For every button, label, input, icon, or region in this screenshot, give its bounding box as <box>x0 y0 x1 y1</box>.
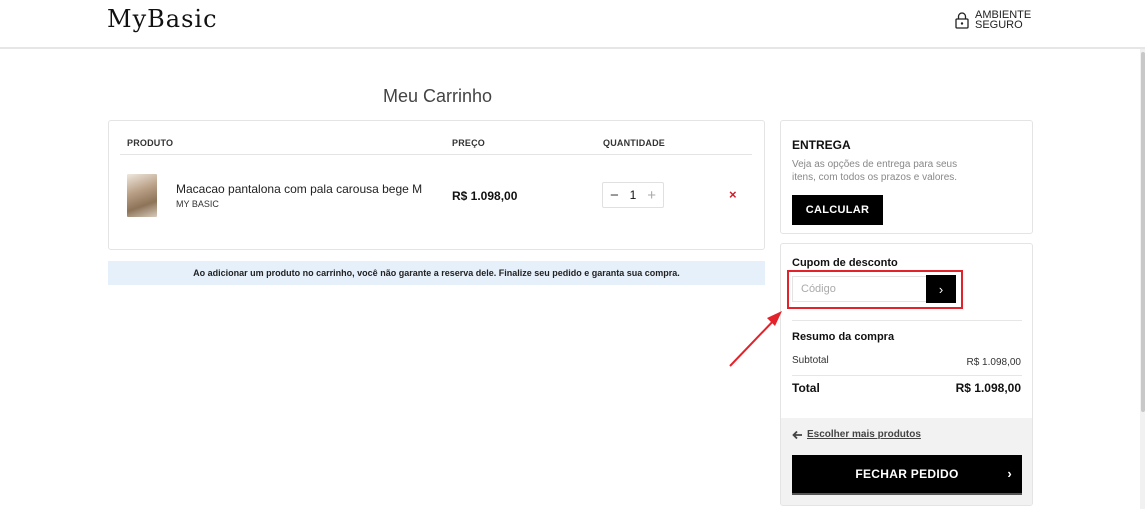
increase-quantity-button[interactable]: + <box>647 188 656 203</box>
secure-label-line2: SEGURO <box>975 19 1023 31</box>
divider <box>792 375 1022 376</box>
subtotal-label: Subtotal <box>792 355 829 366</box>
shipping-title: ENTREGA <box>792 138 851 152</box>
coupon-title: Cupom de desconto <box>792 257 898 269</box>
checkout-button-label: FECHAR PEDIDO <box>855 467 959 481</box>
choose-more-products-link[interactable]: Escolher mais produtos <box>792 429 921 440</box>
cart-table: PRODUTO PREÇO QUANTIDADE Macacao pantalo… <box>108 120 765 250</box>
shipping-description: Veja as opções de entrega para seus iten… <box>792 159 958 183</box>
checkout-area: Escolher mais produtos FECHAR PEDIDO › <box>781 418 1032 505</box>
total-label: Total <box>792 381 820 395</box>
total-value: R$ 1.098,00 <box>955 381 1021 395</box>
calculate-shipping-button[interactable]: CALCULAR <box>792 195 883 225</box>
product-price: R$ 1.098,00 <box>452 189 518 203</box>
choose-more-products-label: Escolher mais produtos <box>807 429 921 440</box>
quantity-value: 1 <box>629 188 637 202</box>
subtotal-value: R$ 1.098,00 <box>966 357 1022 368</box>
annotation-highlight-box <box>787 270 963 309</box>
page-title: Meu Carrinho <box>383 86 493 106</box>
summary-title: Resumo da compra <box>792 331 895 343</box>
shipping-panel: ENTREGA Veja as opções de entrega para s… <box>780 120 1033 234</box>
column-header-quantity: QUANTIDADE <box>603 138 665 148</box>
arrow-left-icon <box>792 430 802 439</box>
scrollbar-thumb[interactable] <box>1141 52 1145 412</box>
summary-panel: Cupom de desconto › Resumo da compra Sub… <box>780 243 1033 506</box>
divider <box>792 320 1022 321</box>
product-thumbnail[interactable] <box>127 174 157 217</box>
secure-environment-badge: AMBIENTE SEGURO <box>955 10 1045 31</box>
divider <box>120 154 752 155</box>
site-header: MyBasic AMBIENTE SEGURO <box>0 0 1145 49</box>
chevron-right-icon: › <box>1007 466 1012 481</box>
product-name[interactable]: Macacao pantalona com pala carousa bege … <box>176 182 422 196</box>
checkout-button[interactable]: FECHAR PEDIDO › <box>792 455 1022 495</box>
decrease-quantity-button[interactable]: − <box>610 188 619 203</box>
brand-logo[interactable]: MyBasic <box>107 5 218 33</box>
column-header-product: PRODUTO <box>127 138 174 148</box>
quantity-stepper: − 1 + <box>602 182 664 208</box>
lock-icon <box>955 12 969 29</box>
column-header-price: PREÇO <box>452 138 486 148</box>
remove-item-icon[interactable]: × <box>729 187 737 202</box>
reservation-notice: Ao adicionar um produto no carrinho, voc… <box>108 261 765 285</box>
product-brand: MY BASIC <box>176 199 219 209</box>
